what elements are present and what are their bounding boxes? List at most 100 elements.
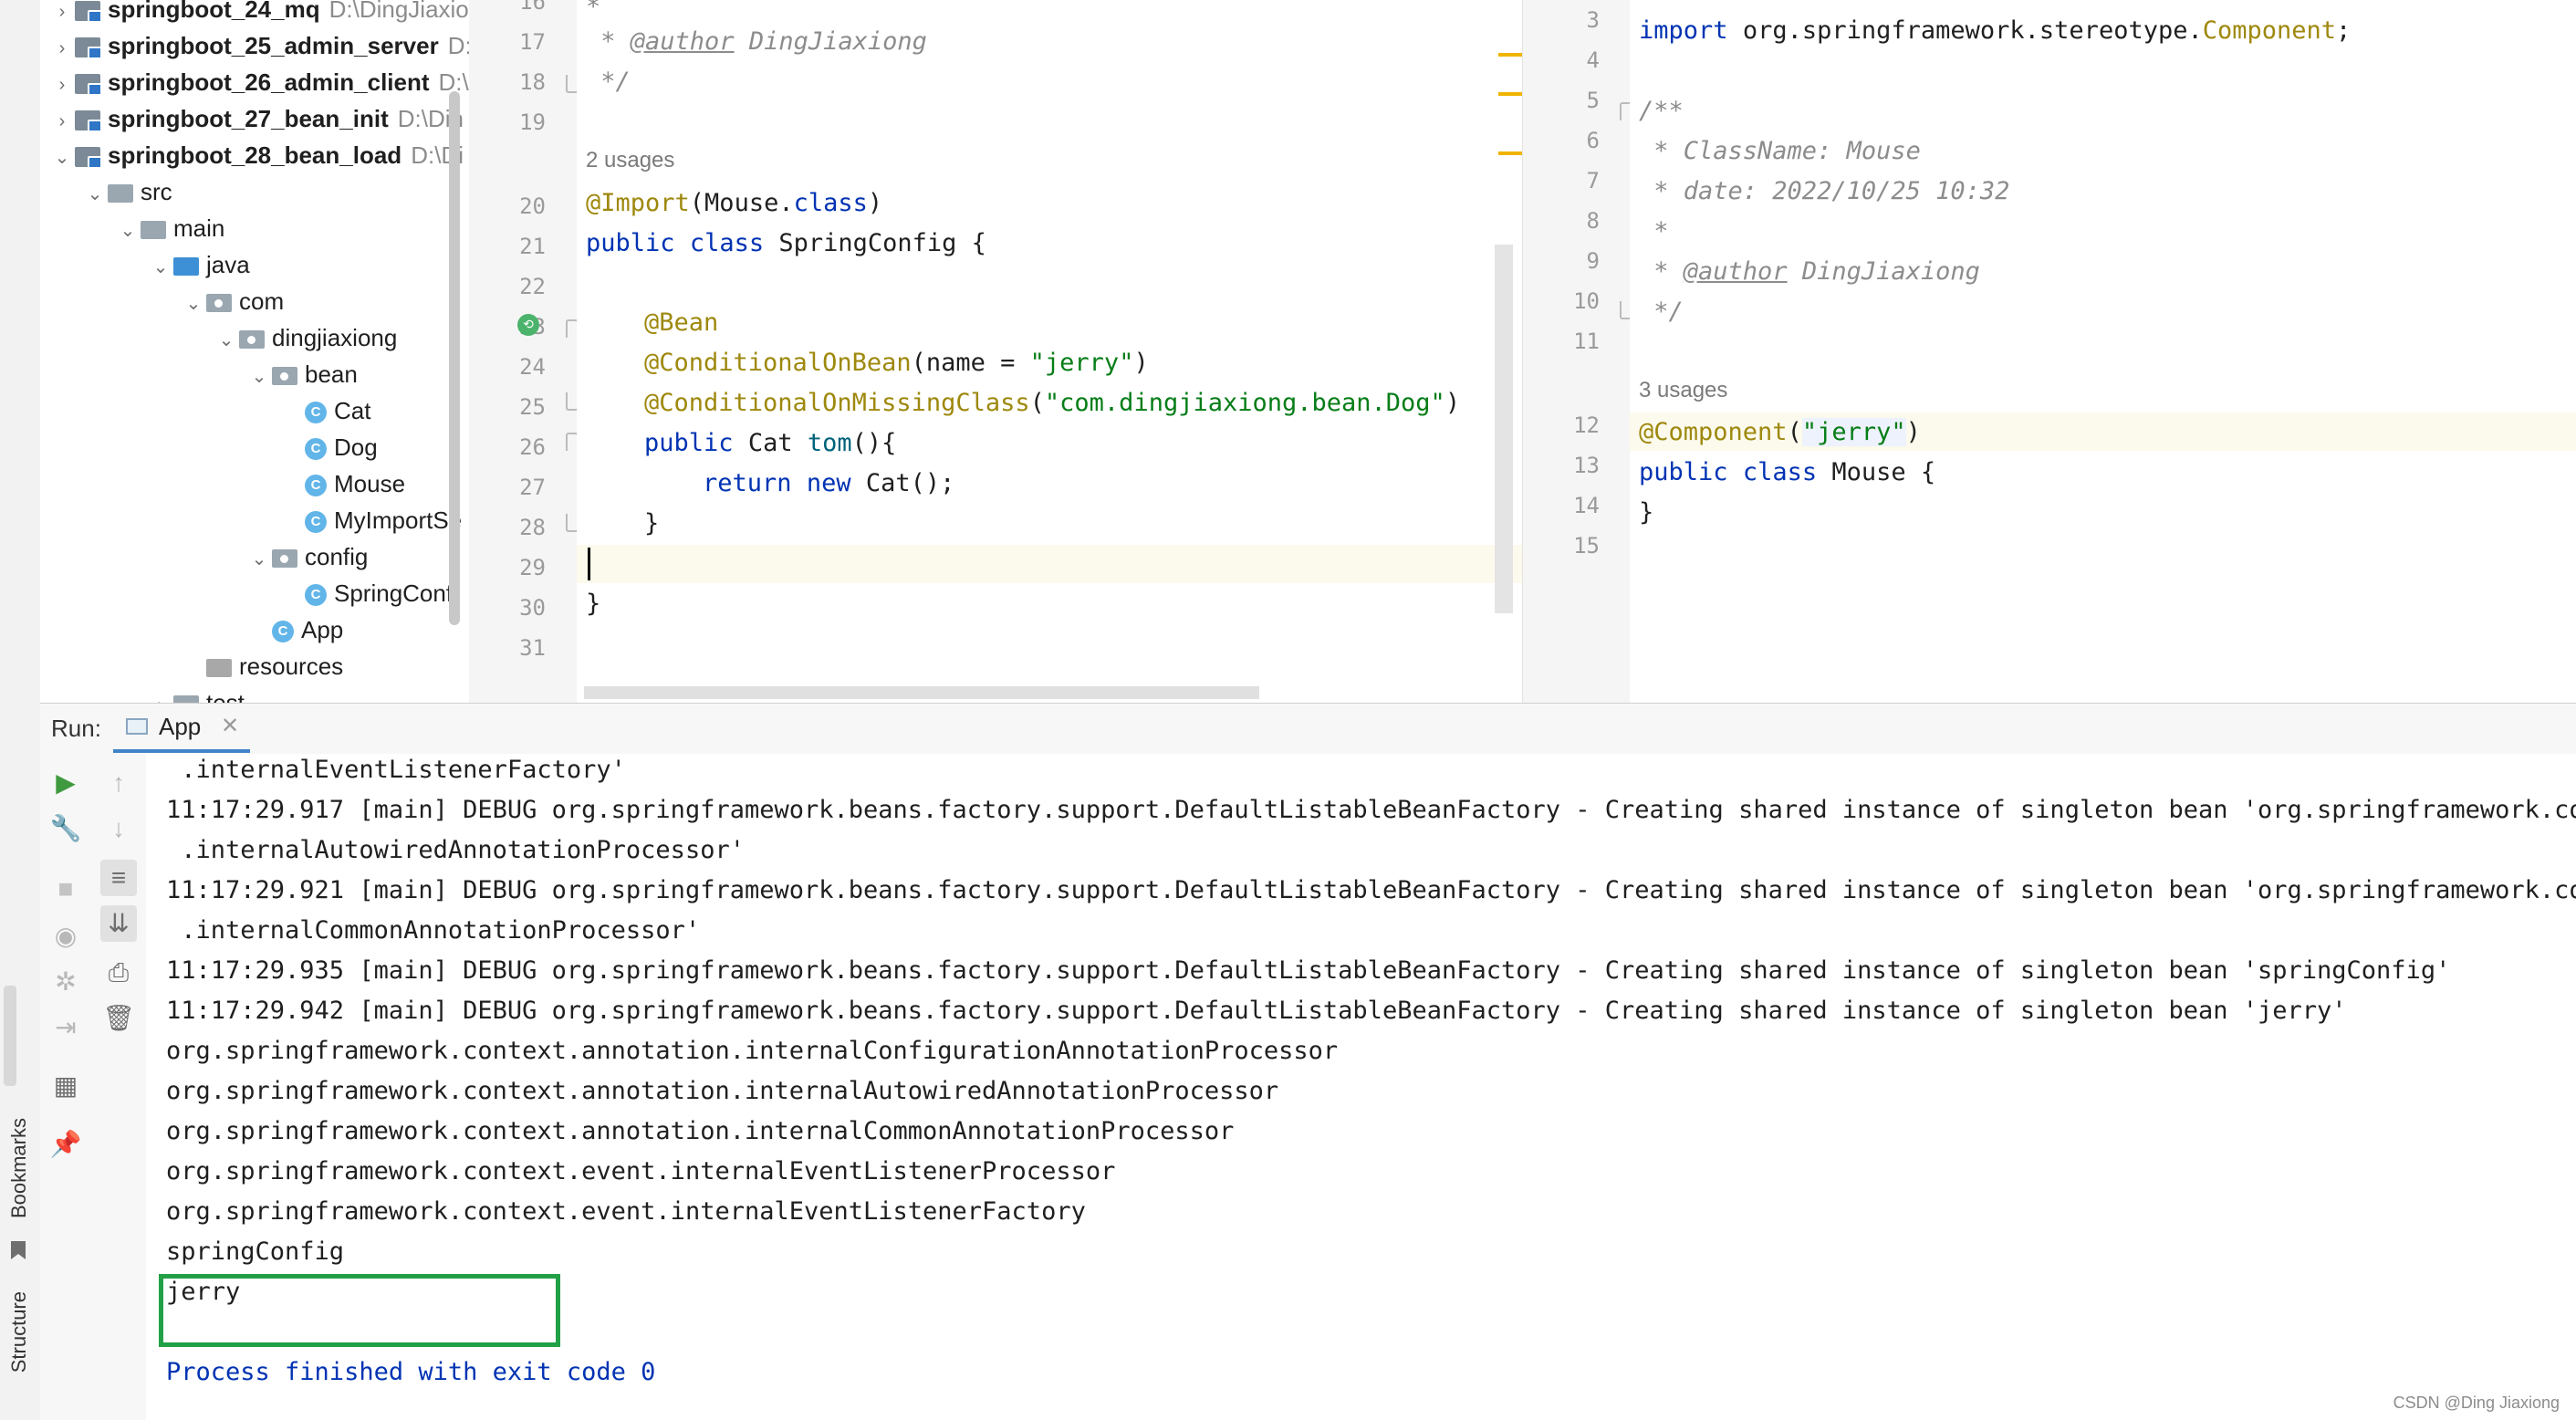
- tree-item[interactable]: C App: [246, 611, 343, 648]
- keyword: return: [703, 469, 792, 497]
- tree-item[interactable]: ⌄ dingjiaxiong: [214, 319, 398, 359]
- package-icon: [272, 549, 297, 569]
- soft-wrap-icon[interactable]: ≡: [100, 860, 137, 896]
- chevron-down-icon[interactable]: ⌄: [181, 286, 206, 322]
- console-line: Process finished with exit code 0: [166, 1358, 656, 1386]
- settings-debug-icon[interactable]: ✲: [47, 964, 84, 1000]
- print-icon[interactable]: ⎙: [100, 955, 137, 991]
- code-line-17: * @author DingJiaxiong: [586, 24, 927, 60]
- code-line-24: @ConditionalOnBean(name = "jerry"): [644, 345, 1149, 381]
- tree-item-label: main: [173, 214, 225, 242]
- line-number: 30: [519, 595, 546, 621]
- trash-icon[interactable]: 🗑: [100, 1000, 137, 1037]
- right-code-editor[interactable]: import org.springframework.stereotype.Co…: [1630, 0, 2576, 703]
- code-text: ): [1133, 349, 1149, 377]
- console-output[interactable]: .internalEventListenerFactory' 11:17:29.9…: [146, 754, 2576, 1420]
- chevron-down-icon[interactable]: ⌄: [49, 140, 75, 176]
- tree-item[interactable]: › springboot_26_admin_client D:\: [49, 64, 469, 100]
- chevron-down-icon[interactable]: ⌄: [214, 322, 239, 359]
- editor-horizontal-scrollbar[interactable]: [584, 686, 1259, 699]
- structure-tab[interactable]: Structure: [7, 1291, 31, 1373]
- tree-item[interactable]: › test: [148, 684, 245, 703]
- tree-item[interactable]: resources: [181, 648, 343, 684]
- chevron-down-icon[interactable]: ⌄: [115, 213, 141, 249]
- code-text: ): [867, 189, 883, 217]
- editor-vertical-scrollbar[interactable]: [1495, 245, 1513, 613]
- camera-icon[interactable]: ◉: [47, 918, 84, 955]
- chevron-right-icon[interactable]: ›: [49, 0, 75, 30]
- class-icon: C: [305, 511, 327, 534]
- tree-item-path: D:\DingJiaxio: [329, 0, 469, 23]
- tree-item[interactable]: C MyImportSe: [279, 502, 462, 538]
- rerun-icon[interactable]: ▶: [47, 765, 84, 801]
- run-panel-header: Run: App ✕: [40, 703, 2576, 756]
- line-number: 10: [1573, 288, 1600, 314]
- pin-icon[interactable]: 📌: [47, 1126, 84, 1163]
- class-icon: C: [305, 402, 327, 424]
- layout-icon[interactable]: ▦: [47, 1068, 84, 1104]
- tree-item-label: SpringConf: [334, 579, 454, 607]
- tree-item-label: springboot_28_bean_load: [108, 141, 402, 169]
- console-line: .internalAutowiredAnnotationProcessor': [166, 836, 745, 864]
- tree-item[interactable]: C SpringConf: [279, 575, 453, 611]
- console-line: 11:17:29.942 [main] DEBUG org.springfram…: [166, 997, 2347, 1025]
- package-icon: [239, 330, 265, 350]
- tree-item[interactable]: › springboot_25_admin_server D:: [49, 27, 469, 64]
- chevron-right-icon[interactable]: ›: [49, 103, 75, 140]
- close-icon[interactable]: ✕: [221, 713, 239, 739]
- tree-item[interactable]: ⌄ src: [82, 173, 172, 210]
- tree-item[interactable]: ⌄ java: [148, 246, 250, 283]
- class-icon: C: [305, 438, 327, 461]
- code-line-21: public class SpringConfig {: [586, 225, 986, 262]
- line-number: 6: [1586, 128, 1600, 153]
- javadoc-tag: @author: [630, 27, 735, 56]
- chevron-right-icon[interactable]: ›: [49, 30, 75, 67]
- tree-item[interactable]: › springboot_24_mq D:\DingJiaxio: [49, 0, 469, 27]
- usages-hint[interactable]: 2 usages: [586, 148, 674, 173]
- chevron-down-icon[interactable]: ⌄: [148, 249, 173, 286]
- arrow-down-icon[interactable]: ↓: [100, 810, 137, 847]
- tree-item[interactable]: C Cat: [279, 392, 370, 429]
- usages-hint[interactable]: 3 usages: [1639, 378, 1727, 403]
- wrench-icon[interactable]: 🔧: [47, 810, 84, 847]
- chevron-down-icon[interactable]: ⌄: [246, 541, 272, 578]
- tree-item[interactable]: ⌄ bean: [246, 356, 358, 392]
- bean-gutter-icon[interactable]: ⟲: [517, 314, 539, 336]
- code-line-18: */: [586, 68, 631, 96]
- scroll-to-end-icon[interactable]: ⇊: [100, 905, 137, 942]
- run-tab-app[interactable]: App ✕: [113, 704, 250, 753]
- exit-icon[interactable]: ⇥: [47, 1009, 84, 1046]
- tree-item[interactable]: ⌄ config: [246, 538, 369, 578]
- line-number: 24: [519, 354, 546, 380]
- tree-item[interactable]: C Dog: [279, 429, 378, 465]
- console-line: 11:17:29.935 [main] DEBUG org.springfram…: [166, 956, 2451, 985]
- chevron-right-icon[interactable]: ›: [49, 67, 75, 103]
- stop-icon[interactable]: ■: [47, 871, 84, 907]
- arrow-up-icon[interactable]: ↑: [100, 765, 137, 801]
- tree-item[interactable]: › springboot_27_bean_init D:\Din: [49, 100, 464, 137]
- tree-item-label: config: [305, 543, 369, 570]
- tree-item[interactable]: ⌄ springboot_28_bean_load D:\Di: [49, 137, 464, 173]
- code-text: (name =: [911, 349, 1030, 377]
- keyword: class: [1742, 458, 1818, 486]
- tree-scrollbar[interactable]: [449, 91, 460, 625]
- tree-item[interactable]: C Mouse: [279, 465, 405, 502]
- left-code-editor[interactable]: * * @author DingJiaxiong */ 2 usages @Im…: [577, 0, 1522, 703]
- watermark: CSDN @Ding Jiaxiong: [2393, 1394, 2560, 1412]
- console-line: org.springframework.context.annotation.i…: [166, 1117, 1235, 1145]
- code-text: (: [1029, 389, 1045, 417]
- code-line-28: }: [644, 509, 660, 538]
- folder-icon: [173, 695, 199, 703]
- tree-item-label: springboot_25_admin_server: [108, 32, 439, 59]
- keyword: class: [689, 229, 765, 257]
- tree-item[interactable]: ⌄ com: [181, 283, 285, 322]
- bookmarks-tab[interactable]: Bookmarks: [7, 1118, 31, 1218]
- chevron-right-icon[interactable]: ›: [148, 687, 173, 703]
- chevron-down-icon[interactable]: ⌄: [82, 176, 108, 213]
- chevron-down-icon[interactable]: ⌄: [246, 359, 272, 395]
- line-number: 19: [519, 110, 546, 135]
- tree-item[interactable]: ⌄ main: [115, 210, 225, 249]
- code-line-12: @Component("jerry"): [1639, 414, 1921, 451]
- tree-item-label: resources: [239, 653, 344, 680]
- line-number: 29: [519, 555, 546, 580]
